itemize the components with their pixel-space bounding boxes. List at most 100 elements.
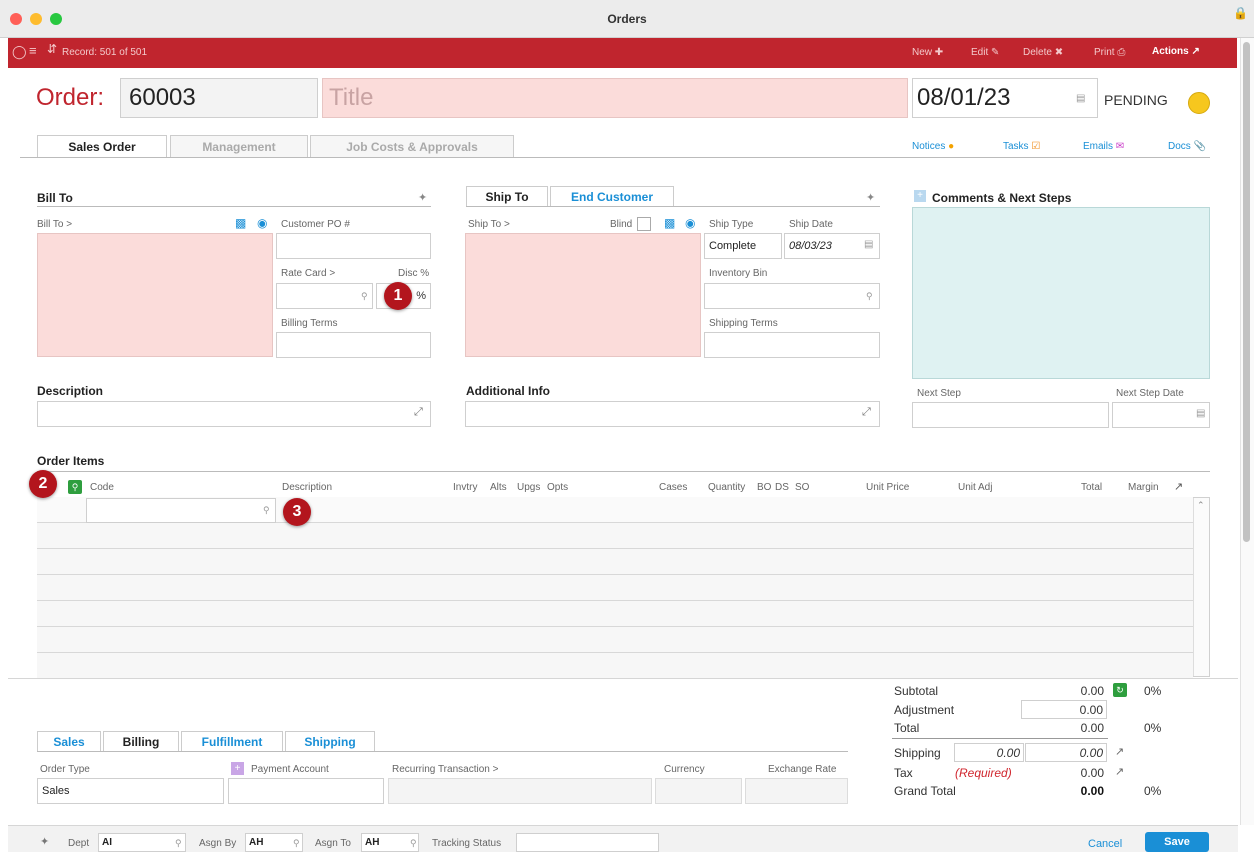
table-row[interactable] [37,575,1193,601]
pin-icon[interactable]: ✦ [866,191,875,204]
table-row[interactable] [37,601,1193,627]
additional-info-field[interactable] [465,401,880,427]
search-icon[interactable]: ⚲ [361,291,368,302]
list-icon[interactable]: ≡ [29,43,37,58]
emails-link[interactable]: Emails ✉ [1083,141,1124,152]
inventory-bin-field[interactable] [704,283,880,309]
new-button[interactable]: New ✚ [912,47,943,58]
tab-sales[interactable]: Sales [37,731,101,751]
table-row[interactable] [37,653,1193,679]
tab-billing[interactable]: Billing [103,731,179,751]
exchange-rate-label: Exchange Rate [768,764,837,775]
clipboard-icon[interactable]: ▩ [235,216,246,230]
actions-button[interactable]: Actions ↗ [1152,46,1200,57]
edit-button[interactable]: Edit ✎ [971,47,999,58]
shipping-terms-field[interactable] [704,332,880,358]
col-so: SO [795,482,810,493]
tab-management[interactable]: Management [170,135,308,157]
calendar-icon[interactable]: ▤ [864,239,873,250]
customer-po-field[interactable] [276,233,431,259]
globe-icon[interactable]: ◯ [12,44,27,60]
billing-terms-field[interactable] [276,332,431,358]
record-stepper-icon[interactable]: ⇵ [47,42,57,56]
disc-label: Disc % [398,268,430,279]
add-icon[interactable]: + [231,762,244,775]
search-icon[interactable]: ⚲ [263,505,270,516]
grand-total-value: 0.00 [1080,784,1104,798]
chevron-up-icon[interactable]: ⌃ [1197,500,1205,511]
payment-account-field[interactable] [228,778,384,804]
dept-field[interactable]: AI [98,833,186,852]
checkbox-icon: ☑ [1031,141,1041,152]
grid-scrollbar[interactable] [1193,498,1209,676]
search-icon[interactable]: ⚲ [68,480,82,494]
notices-link[interactable]: Notices ● [912,141,954,152]
clipboard-icon[interactable]: ▩ [664,216,675,230]
tracking-status-label: Tracking Status [432,838,502,849]
adjustment-field[interactable]: 0.00 [1021,700,1107,719]
description-field[interactable] [37,401,431,427]
table-row[interactable] [37,627,1193,653]
expand-icon[interactable]: ⤢ [862,406,871,419]
calendar-icon[interactable]: ▤ [1196,408,1205,419]
rate-card-field[interactable] [276,283,373,309]
billing-terms-label: Billing Terms [281,318,338,329]
tasks-link[interactable]: Tasks ☑ [1003,141,1040,152]
expand-arrow-icon: ↗ [1191,46,1200,57]
tab-shipping[interactable]: Shipping [285,731,375,751]
payment-account-label: Payment Account [251,764,329,775]
recurring-field[interactable] [388,778,652,804]
search-icon[interactable]: ⚲ [410,838,417,849]
currency-field[interactable] [655,778,742,804]
callout-badge-1: 1 [384,282,412,310]
bill-to-label[interactable]: Bill To > [37,219,72,230]
bill-to-address-field[interactable] [37,233,273,357]
tab-end-customer[interactable]: End Customer [550,186,674,206]
print-button[interactable]: Print ⎙ [1094,47,1125,58]
recurring-label[interactable]: Recurring Transaction > [392,764,498,775]
item-code-field[interactable] [86,498,276,523]
ship-to-address-field[interactable] [465,233,701,357]
ship-to-label[interactable]: Ship To > [468,219,510,230]
rate-card-label[interactable]: Rate Card > [281,268,335,279]
blind-checkbox[interactable] [637,217,651,231]
table-row[interactable] [37,523,1193,549]
expand-icon[interactable]: ⤢ [414,406,423,419]
expand-arrow-icon[interactable]: ↗ [1174,480,1183,493]
shipping-total-field[interactable]: 0.00 [1025,743,1107,762]
table-row[interactable] [37,549,1193,575]
ship-type-field[interactable]: Complete [704,233,782,259]
expand-arrow-icon[interactable]: ↗ [1115,745,1124,758]
tab-sales-order[interactable]: Sales Order [37,135,167,157]
docs-link[interactable]: Docs 📎 [1168,141,1206,152]
title-field[interactable]: Title [322,78,908,118]
order-type-field[interactable]: Sales [37,778,224,804]
save-button[interactable]: Save [1145,832,1209,852]
shipping-field[interactable]: 0.00 [954,743,1024,762]
search-icon[interactable]: ⚲ [293,838,300,849]
pin-icon[interactable]: ✦ [418,191,427,204]
delete-button[interactable]: Delete ✖ [1023,47,1063,58]
location-pin-icon[interactable]: ◉ [685,216,695,230]
pin-icon[interactable]: ✦ [40,835,49,848]
tracking-status-field[interactable] [516,833,659,852]
tab-fulfillment[interactable]: Fulfillment [181,731,283,751]
scrollbar-thumb[interactable] [1243,42,1250,542]
order-number-field[interactable]: 60003 [120,78,318,118]
order-date-field[interactable]: 08/01/23 [912,78,1098,118]
expand-arrow-icon[interactable]: ↗ [1115,765,1124,778]
calendar-icon[interactable]: ▤ [1076,93,1085,104]
order-type-label: Order Type [40,764,90,775]
tab-job-costs[interactable]: Job Costs & Approvals [310,135,514,157]
exchange-rate-field[interactable] [745,778,848,804]
search-icon[interactable]: ⚲ [175,838,182,849]
comments-field[interactable] [912,207,1210,379]
next-step-field[interactable] [912,402,1109,428]
tab-ship-to[interactable]: Ship To [466,186,548,206]
add-icon[interactable]: + [914,190,926,202]
search-icon[interactable]: ⚲ [866,291,873,302]
total-value: 0.00 [1080,721,1104,735]
cancel-button[interactable]: Cancel [1088,838,1122,850]
location-pin-icon[interactable]: ◉ [257,216,267,230]
calculator-icon[interactable]: ↻ [1113,683,1127,697]
